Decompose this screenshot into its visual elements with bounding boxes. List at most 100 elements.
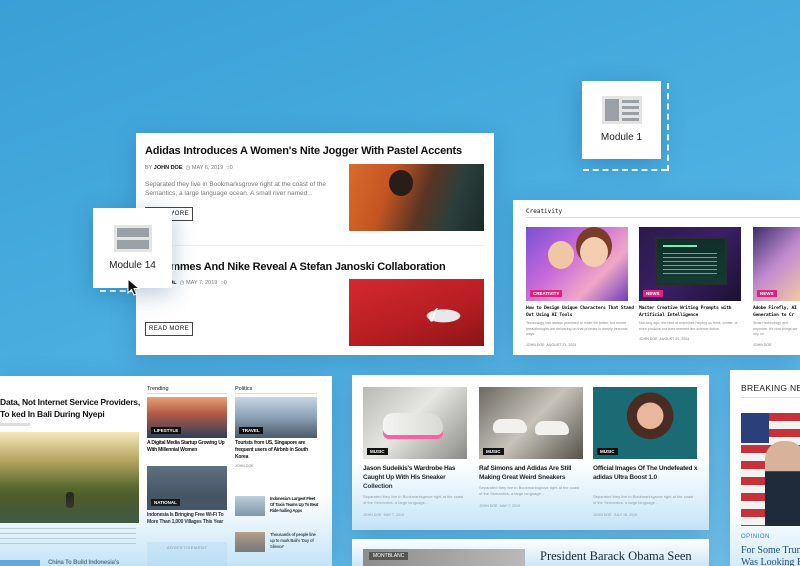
meta-date: MAY 6, 2019 [191, 165, 224, 171]
category-tag[interactable]: TRAVEL [239, 427, 263, 434]
music-excerpt: Separated they live in Bookmarksgrove ri… [363, 494, 464, 505]
heading-divider [147, 393, 227, 394]
person-silhouette [765, 441, 800, 526]
module-label: Module 14 [109, 260, 156, 271]
music-image-1[interactable]: MUSIC [363, 387, 467, 459]
article-image-shoe[interactable]: ✓ [349, 279, 484, 346]
module-label: Module 1 [600, 132, 643, 143]
meta-author[interactable]: JOHN DOE [363, 513, 382, 517]
comment-count: 0 [223, 280, 227, 286]
politics-image[interactable]: TRAVEL [235, 397, 317, 438]
meta-author[interactable]: JOHN DOE [479, 504, 498, 508]
card-excerpt: Technology has always promised to make l… [526, 321, 628, 336]
clock-icon: ◷ [179, 280, 185, 286]
meta-date: MAY 7, 2019 [383, 513, 405, 517]
montblanc-card: MONTBLANC President Barack Obama Seen [352, 539, 709, 566]
meta-author[interactable]: JOHN DOE [593, 513, 612, 517]
excerpt-lines [0, 528, 136, 548]
article-image-man[interactable] [349, 164, 484, 231]
category-tag[interactable]: LIFESTYLE [151, 427, 182, 434]
meta-author[interactable]: JOHN DOE [639, 337, 658, 341]
meta-author[interactable]: JOHN DOE [526, 343, 545, 347]
person-silhouette [389, 170, 413, 196]
music-image-2[interactable]: MUSIC [479, 387, 583, 459]
divider [145, 245, 485, 246]
article-title[interactable]: Adidas Introduces A Women's Nite Jogger … [145, 145, 485, 157]
politics-meta[interactable]: JOHN DOE [235, 464, 254, 468]
politics-thumb[interactable] [235, 496, 265, 516]
headline[interactable]: Data, Not Internet Service Providers, To… [0, 396, 140, 420]
trending-image-2[interactable]: NATIONAL [147, 466, 227, 510]
politics-title[interactable]: Tourists from US, Singapore are frequent… [235, 440, 319, 461]
category-tag[interactable]: NATIONAL [151, 499, 180, 506]
feature-image[interactable]: MONTBLANC [363, 549, 525, 566]
politics-small-title[interactable]: Thousands of people line up to mark Bali… [270, 532, 320, 550]
music-title[interactable]: Raf Simons and Adidas Are Still Making G… [479, 464, 587, 482]
category-tag[interactable]: NEWS [643, 290, 663, 297]
politics-small-title[interactable]: Indonesia's Largest Fleet Of Taxis Teams… [270, 496, 320, 514]
sneaker-shape [383, 413, 443, 435]
meta-date: JULY 18, 2019 [613, 513, 638, 517]
politics-heading: Politics [235, 386, 253, 392]
module14-card[interactable]: Module 14 [93, 208, 172, 288]
card-image-screen[interactable]: NEWS [639, 227, 741, 301]
module-layout-icon [113, 225, 152, 252]
meta-by: BY [145, 165, 153, 171]
article-title[interactable]: President Barack Obama Seen [540, 549, 709, 564]
heading-divider [235, 393, 317, 394]
music-excerpt: Separated they live in Bookmarksgrove ri… [479, 485, 580, 496]
meta-date: AUGUST 20, 2024 [659, 337, 690, 341]
article-title[interactable]: For Some Trum Was Looking F [741, 545, 800, 566]
card-meta: JOHN DOE [753, 343, 772, 347]
card-title[interactable]: Adobe Firefly, AI Generation to Cr [753, 305, 800, 319]
meta-date: MAY 7, 2019 [499, 504, 521, 508]
card-title[interactable]: Master Creative Writing Prompts with Art… [639, 305, 747, 319]
category-tag[interactable]: CREATIVITY [530, 290, 563, 297]
read-more-button[interactable]: READ MORE [145, 322, 193, 336]
music-meta: JOHN DOE MAY 7, 2019 [363, 513, 404, 517]
bottom-thumb[interactable] [0, 560, 40, 566]
bottom-article-title[interactable]: China To Build Indonesia's [48, 560, 148, 566]
comment-count: 0 [229, 165, 233, 171]
module-layout-icon [601, 96, 642, 124]
feature-image-flag[interactable] [741, 413, 800, 526]
card-title[interactable]: How to Design Unique Characters That Sta… [526, 305, 634, 319]
creativity-card: Creativity CREATIVITY How to Design Uniq… [513, 200, 800, 355]
music-title[interactable]: Official Images Of The Undefeated x adid… [593, 464, 701, 482]
category-tag[interactable]: MUSIC [483, 448, 504, 455]
card-meta: JOHN DOE AUGUST 20, 2024 [639, 337, 689, 341]
trending-heading: Trending [147, 386, 169, 392]
meta-date: MAY 7, 2019 [186, 280, 218, 286]
breaking-news-card: BREAKING NEW OPINION For Some Trum Was L… [730, 370, 800, 566]
article-title[interactable]: nt Femmes And Nike Reveal A Stefan Janos… [145, 261, 485, 273]
music-meta: JOHN DOE MAY 7, 2019 [479, 504, 520, 508]
meta-line [0, 423, 30, 426]
character-face [580, 237, 608, 267]
cyclist-silhouette [66, 492, 74, 508]
feature-image-forest[interactable] [0, 432, 139, 523]
music-excerpt: Separated they live in Bookmarksgrove ri… [593, 494, 694, 505]
category-tag[interactable]: MUSIC [597, 448, 618, 455]
article-meta: OL ◷ MAY 7, 2019 ○0 [169, 280, 319, 286]
music-title[interactable]: Jason Sudeikis's Wardrobe Has Caught Up … [363, 464, 471, 491]
meta-author[interactable]: JOHN DOE [753, 343, 772, 347]
card-image-characters[interactable]: CREATIVITY [526, 227, 628, 301]
music-meta: JOHN DOE JULY 18, 2019 [593, 513, 637, 517]
meta-author[interactable]: JOHN DOE [154, 165, 183, 171]
category-tag[interactable]: MUSIC [367, 448, 388, 455]
ad-banner[interactable]: ADVERTISEMENT [147, 542, 227, 566]
sneaker-shape [493, 419, 527, 433]
trending-image-1[interactable]: LIFESTYLE [147, 397, 227, 438]
trending-title[interactable]: A Digital Media Startup Growing Up With … [147, 440, 231, 454]
category-tag[interactable]: MONTBLANC [369, 552, 409, 560]
trending-title[interactable]: Indonesia Is Bringing Free Wi-Fi To More… [147, 512, 231, 526]
module1-card[interactable]: Module 1 [582, 81, 661, 159]
music-image-3[interactable]: MUSIC [593, 387, 697, 459]
cursor-icon [127, 277, 141, 296]
category-tag[interactable]: NEWS [757, 290, 777, 297]
category-label[interactable]: OPINION [741, 534, 770, 540]
politics-thumb[interactable] [235, 532, 265, 552]
card-excerpt: Smart technology isn't anymore. It's now… [753, 321, 798, 336]
article-excerpt: Separated they live in Bookmarksgrove ri… [145, 181, 327, 197]
card-image-firefly[interactable]: NEWS [753, 227, 800, 301]
